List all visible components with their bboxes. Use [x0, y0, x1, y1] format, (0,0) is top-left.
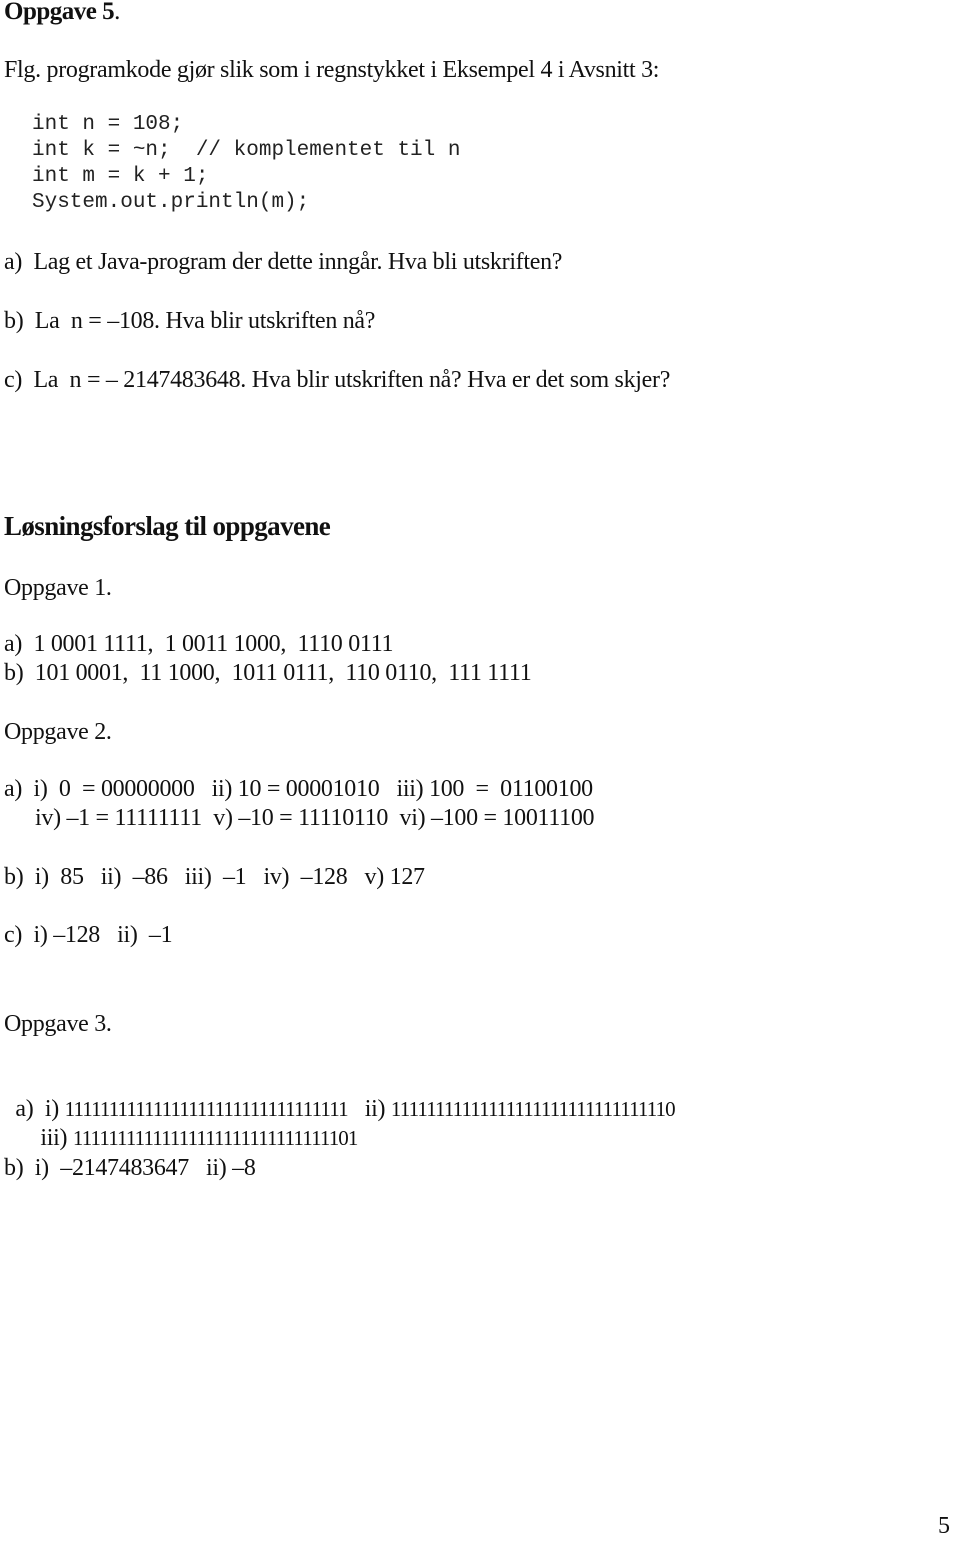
exercise-2-answer-b: b) i) 85 ii) –86 iii) –1 iv) –128 v) 127 [4, 864, 425, 890]
page-number: 5 [938, 1513, 950, 1539]
exercise-3-a-ii-value: 11111111111111111111111111111110 [390, 1097, 676, 1121]
solutions-heading: Løsningsforslag til oppgavene [4, 511, 331, 541]
exercise-3-answer-a-line2: iii) 11111111111111111111111111111101 [29, 1096, 358, 1152]
exercise-3-a-ii-label: ii) [364, 1096, 391, 1122]
exercise-3-answer-b: b) i) –2147483647 ii) –8 [4, 1155, 256, 1181]
exercise-3-a-iii-value: 11111111111111111111111111111101 [72, 1126, 359, 1150]
exercise-5-title-period: . [114, 0, 120, 25]
exercise-1-title: Oppgave 1. [4, 575, 112, 601]
code-line: System.out.println(m); [32, 191, 310, 214]
exercise-2-answer-c: c) i) –128 ii) –1 [4, 922, 173, 948]
exercise-3-a-iii-label: iii) [40, 1125, 73, 1151]
exercise-2-answer-a-line1: a) i) 0 = 00000000 ii) 10 = 00001010 iii… [4, 776, 593, 802]
exercise-5-intro: Flg. programkode gjør slik som i regnsty… [4, 57, 660, 83]
exercise-3-title: Oppgave 3. [4, 1011, 112, 1037]
exercise-2-answer-a-line2: iv) –1 = 11111111 v) –10 = 11110110 vi) … [35, 805, 595, 831]
exercise-5-title-text: Oppgave 5 [4, 0, 115, 25]
exercise-1-answer-a: a) 1 0001 1111, 1 0011 1000, 1110 0111 [4, 631, 394, 657]
code-line: int m = k + 1; [32, 165, 209, 188]
exercise-1-answer-b: b) 101 0001, 11 1000, 1011 0111, 110 011… [4, 660, 532, 686]
exercise-2-title: Oppgave 2. [4, 719, 112, 745]
code-line: int n = 108; [32, 113, 184, 136]
question-c: c) La n = – 2147483648. Hva blir utskrif… [4, 367, 671, 393]
exercise-5-title: Oppgave 5. [4, 0, 120, 26]
code-line: int k = ~n; // komplementet til n [32, 139, 461, 162]
question-b: b) La n = –108. Hva blir utskriften nå? [4, 308, 376, 334]
question-a: a) Lag et Java-program der dette inngår.… [4, 249, 563, 275]
